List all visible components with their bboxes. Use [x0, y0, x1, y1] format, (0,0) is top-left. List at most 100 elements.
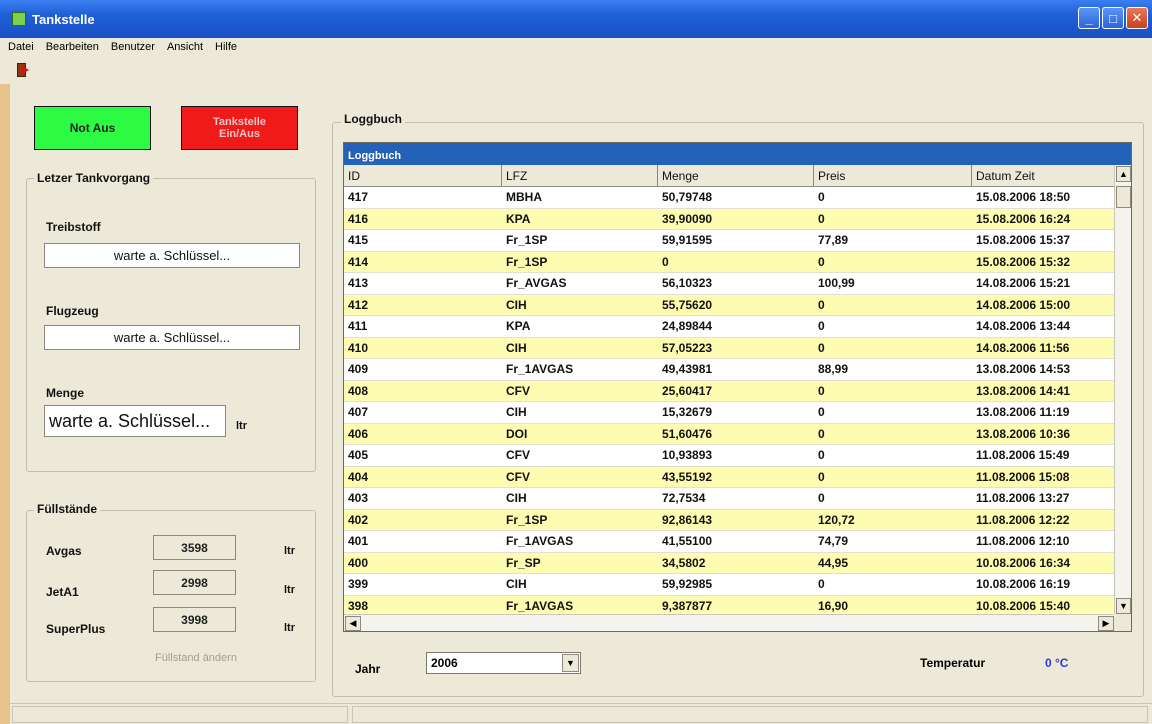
jeta1-level-field: 2998	[153, 570, 236, 595]
plane-field: warte a. Schlüssel...	[44, 325, 300, 350]
cell-menge: 0	[662, 254, 669, 269]
table-row[interactable]: 413 Fr_AVGAS 56,10323 100,99 14.08.2006 15:2…	[344, 273, 1115, 295]
scroll-thumb[interactable]	[1116, 186, 1131, 208]
cell-menge: 50,79748	[662, 190, 713, 205]
chevron-down-icon[interactable]: ▼	[562, 654, 579, 672]
cell-datum-zeit: 10.08.2006 15:40	[976, 598, 1071, 613]
jeta1-label: JetA1	[46, 585, 79, 599]
cell-id: 404	[348, 469, 369, 484]
cell-preis: 100,99	[818, 276, 855, 291]
cell-menge: 72,7534	[662, 491, 706, 506]
cell-preis: 0	[818, 254, 825, 269]
superplus-unit: ltr	[284, 622, 295, 634]
cell-id: 414	[348, 254, 369, 269]
cell-id: 398	[348, 598, 369, 613]
year-label: Jahr	[355, 662, 381, 676]
year-select[interactable]: 2006 ▼	[426, 652, 581, 674]
cell-datum-zeit: 14.08.2006 13:44	[976, 319, 1071, 334]
temperature-value: 0 °C	[1045, 656, 1069, 670]
cell-preis: 0	[818, 190, 825, 205]
cell-preis: 0	[818, 491, 825, 506]
plane-label: Flugzeug	[46, 304, 99, 318]
scroll-down-icon[interactable]: ▼	[1116, 598, 1131, 614]
cell-lfz: Fr_1AVGAS	[506, 598, 574, 613]
scroll-up-icon[interactable]: ▲	[1116, 166, 1131, 182]
table-row[interactable]: 401 Fr_1AVGAS 41,55100 74,79 11.08.2006 12:1…	[344, 531, 1115, 553]
change-level-button[interactable]: Füllstand ändern	[155, 652, 237, 664]
cell-id: 413	[348, 276, 369, 291]
table-row[interactable]: 415 Fr_1SP 59,91595 77,89 15.08.2006 15:37	[344, 230, 1115, 252]
exit-button[interactable]	[10, 60, 32, 80]
menu-bearbeiten[interactable]: Bearbeiten	[46, 41, 99, 53]
avgas-level-field: 3598	[153, 535, 236, 560]
scroll-left-icon[interactable]: ◀	[345, 616, 361, 631]
table-row[interactable]: 406 DOI 51,60476 0 13.08.2006 10:36	[344, 423, 1115, 445]
table-row[interactable]: 408 CFV 25,60417 0 13.08.2006 14:41	[344, 380, 1115, 402]
status-pane-1	[12, 706, 348, 723]
table-row[interactable]: 409 Fr_1AVGAS 49,43981 88,99 13.08.2006 14:5…	[344, 359, 1115, 381]
table-row[interactable]: 414 Fr_1SP 0 0 15.08.2006 15:32	[344, 251, 1115, 273]
vertical-scrollbar[interactable]: ▲ ▼	[1114, 165, 1131, 615]
col-header-id[interactable]: ID	[344, 165, 502, 186]
table-row[interactable]: 403 CIH 72,7534 0 11.08.2006 13:27	[344, 488, 1115, 510]
table-row[interactable]: 400 Fr_SP 34,5802 44,95 10.08.2006 16:34	[344, 552, 1115, 574]
emergency-stop-button[interactable]: Not Aus	[34, 106, 151, 150]
cell-datum-zeit: 13.08.2006 14:41	[976, 383, 1071, 398]
table-row[interactable]: 407 CIH 15,32679 0 13.08.2006 11:19	[344, 402, 1115, 424]
cell-preis: 74,79	[818, 534, 849, 549]
horizontal-scrollbar[interactable]: ◀ ▶	[344, 614, 1115, 631]
cell-id: 410	[348, 340, 369, 355]
window-left-edge	[0, 84, 10, 724]
cell-preis: 0	[818, 383, 825, 398]
cell-lfz: Fr_1AVGAS	[506, 534, 574, 549]
fuel-label: Treibstoff	[46, 220, 101, 234]
cell-preis: 0	[818, 211, 825, 226]
close-button[interactable]: ✕	[1126, 7, 1148, 29]
table-row[interactable]: 411 KPA 24,89844 0 14.08.2006 13:44	[344, 316, 1115, 338]
last-refuel-title: Letzer Tankvorgang	[34, 171, 154, 185]
cell-preis: 0	[818, 319, 825, 334]
table-row[interactable]: 410 CIH 57,05223 0 14.08.2006 11:56	[344, 337, 1115, 359]
superplus-label: SuperPlus	[46, 622, 106, 636]
col-header-datum-zeit[interactable]: Datum Zeit	[972, 165, 1115, 186]
table-row[interactable]: 398 Fr_1AVGAS 9,387877 16,90 10.08.2006 15:4…	[344, 595, 1115, 613]
cell-datum-zeit: 15.08.2006 15:37	[976, 233, 1071, 248]
cell-preis: 0	[818, 340, 825, 355]
table-row[interactable]: 402 Fr_1SP 92,86143 120,72 11.08.2006 12:22	[344, 509, 1115, 531]
cell-menge: 41,55100	[662, 534, 713, 549]
cell-id: 406	[348, 426, 369, 441]
menu-hilfe[interactable]: Hilfe	[215, 41, 237, 53]
cell-lfz: CIH	[506, 577, 527, 592]
table-row[interactable]: 416 KPA 39,90090 0 15.08.2006 16:24	[344, 208, 1115, 230]
logbook-group-title: Loggbuch	[341, 112, 405, 126]
menu-ansicht[interactable]: Ansicht	[167, 41, 203, 53]
cell-preis: 120,72	[818, 512, 855, 527]
cell-datum-zeit: 13.08.2006 14:53	[976, 362, 1071, 377]
amount-field: warte a. Schlüssel...	[44, 405, 226, 437]
station-on-off-button[interactable]: Tankstelle Ein/Aus	[181, 106, 298, 150]
cell-datum-zeit: 11.08.2006 15:49	[976, 448, 1070, 463]
table-row[interactable]: 399 CIH 59,92985 0 10.08.2006 16:19	[344, 574, 1115, 596]
col-header-menge[interactable]: Menge	[658, 165, 814, 186]
superplus-level-field: 3998	[153, 607, 236, 632]
table-row[interactable]: 404 CFV 43,55192 0 11.08.2006 15:08	[344, 466, 1115, 488]
minimize-button[interactable]: _	[1078, 7, 1100, 29]
window-title: Tankstelle	[32, 11, 95, 27]
cell-datum-zeit: 11.08.2006 12:22	[976, 512, 1070, 527]
menu-datei[interactable]: Datei	[8, 41, 34, 53]
maximize-button[interactable]: □	[1102, 7, 1124, 29]
table-row[interactable]: 417 MBHA 50,79748 0 15.08.2006 18:50	[344, 187, 1115, 209]
menu-benutzer[interactable]: Benutzer	[111, 41, 155, 53]
col-header-lfz[interactable]: LFZ	[502, 165, 658, 186]
cell-menge: 49,43981	[662, 362, 713, 377]
table-row[interactable]: 405 CFV 10,93893 0 11.08.2006 15:49	[344, 445, 1115, 467]
cell-preis: 0	[818, 577, 825, 592]
cell-preis: 0	[818, 297, 825, 312]
cell-preis: 16,90	[818, 598, 849, 613]
table-row[interactable]: 412 CIH 55,75620 0 14.08.2006 15:00	[344, 294, 1115, 316]
exit-arrow-icon	[22, 66, 29, 74]
col-header-preis[interactable]: Preis	[814, 165, 972, 186]
logbook-grid[interactable]: Loggbuch ID LFZ Menge Preis Datum Zeit 4…	[343, 142, 1132, 632]
scroll-right-icon[interactable]: ▶	[1098, 616, 1114, 631]
cell-datum-zeit: 13.08.2006 11:19	[976, 405, 1070, 420]
